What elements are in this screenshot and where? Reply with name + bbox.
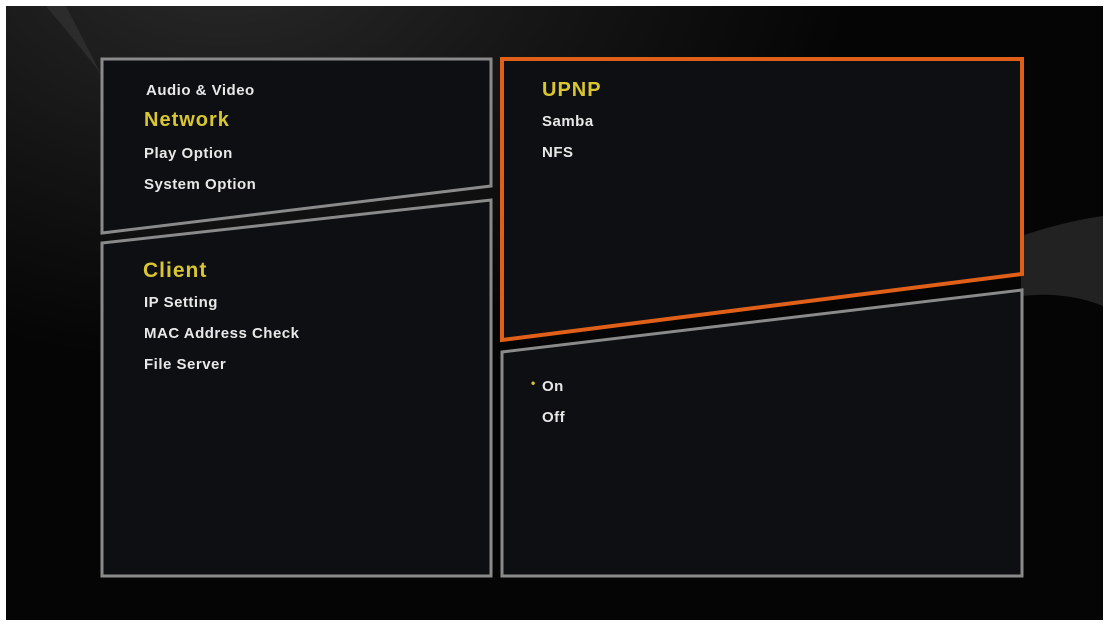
menu-item-network[interactable]: Network [144, 109, 230, 132]
menu-item-nfs[interactable]: NFS [542, 144, 574, 161]
bg-swoosh-right [1021, 216, 1103, 306]
option-off[interactable]: Off [542, 409, 565, 426]
menu-item-system-option[interactable]: System Option [144, 176, 256, 193]
menu-item-upnp[interactable]: UPNP [542, 79, 602, 102]
bg-swoosh-top [46, 6, 102, 76]
value-panel [500, 288, 1024, 578]
menu-item-play-option[interactable]: Play Option [144, 145, 233, 162]
tv-menu-screen: Audio & Video Network Play Option System… [6, 6, 1103, 620]
menu-item-file-server[interactable]: File Server [144, 356, 226, 373]
menu-item-audio-video[interactable]: Audio & Video [146, 82, 255, 99]
network-panel [100, 198, 493, 578]
menu-item-mac-address-check[interactable]: MAC Address Check [144, 325, 299, 342]
menu-item-client[interactable]: Client [143, 259, 207, 283]
option-on[interactable]: On [542, 378, 564, 395]
menu-item-samba[interactable]: Samba [542, 113, 594, 130]
dot-icon: • [531, 376, 536, 390]
menu-item-ip-setting[interactable]: IP Setting [144, 294, 218, 311]
